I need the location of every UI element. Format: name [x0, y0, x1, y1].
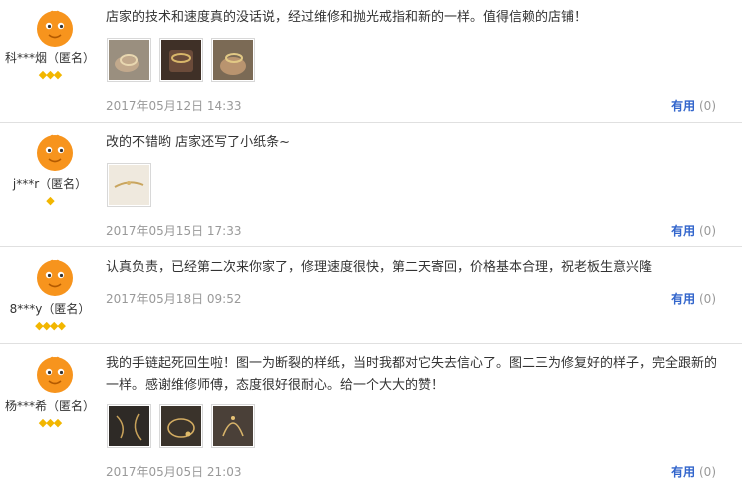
avatar-icon[interactable] — [35, 257, 75, 297]
reviewer-name: 8***y（匿名） — [9, 302, 91, 316]
avatar-icon[interactable] — [35, 8, 75, 48]
reviewer-name: 杨***希（匿名） — [4, 399, 95, 413]
review-photo[interactable] — [211, 404, 255, 448]
review-photo[interactable] — [159, 38, 203, 82]
review-date: 2017年05月18日 09:52 — [106, 292, 242, 306]
helpful-count: (0) — [699, 465, 716, 479]
review-text: 认真负责，已经第二次来你家了，修理速度很快，第二天寄回，价格基本合理，祝老板生意… — [106, 260, 653, 275]
reviewer-level-icon: ◆◆◆ — [38, 68, 62, 81]
review-photo[interactable] — [159, 404, 203, 448]
helpful-button[interactable]: 有用 — [671, 224, 695, 238]
bracelet-photo-icon — [109, 406, 149, 446]
helpful-vote[interactable]: 有用 (0) — [671, 222, 716, 239]
review-photo[interactable] — [107, 163, 151, 207]
helpful-button[interactable]: 有用 — [671, 465, 695, 479]
review-date: 2017年05月05日 21:03 — [106, 465, 242, 479]
review-date: 2017年05月15日 17:33 — [106, 224, 242, 238]
bracelet-photo-icon — [109, 165, 149, 205]
review-text: 我的手链起死回生啦！图一为断裂的样纸，当时我都对它失去信心了。图二三为修复好的样… — [106, 356, 718, 393]
helpful-vote[interactable]: 有用 (0) — [671, 97, 716, 114]
avatar-icon[interactable] — [35, 354, 75, 394]
helpful-count: (0) — [699, 292, 716, 306]
reviewer-level-icon: ◆◆◆◆ — [35, 319, 66, 332]
review-item: j***r（匿名） ◆ 改的不错哟 店家还写了小纸条~ 2017年05月15日 … — [0, 123, 742, 247]
review-photo[interactable] — [107, 38, 151, 82]
review-photos — [107, 404, 263, 448]
reviewer-name: j***r（匿名） — [12, 177, 88, 191]
review-photo[interactable] — [107, 404, 151, 448]
review-item: 科***烟（匿名） ◆◆◆ 店家的技术和速度真的没话说，经过维修和抛光戒指和新的… — [0, 0, 742, 123]
helpful-vote[interactable]: 有用 (0) — [671, 290, 716, 307]
review-text: 改的不错哟 店家还写了小纸条~ — [106, 135, 291, 150]
ring-photo-icon — [213, 40, 253, 80]
reviewer-level-icon: ◆ — [46, 194, 54, 207]
reviewer-name: 科***烟（匿名） — [4, 51, 95, 65]
helpful-count: (0) — [699, 224, 716, 238]
helpful-count: (0) — [699, 99, 716, 113]
reviewer-level-icon: ◆◆◆ — [38, 416, 62, 429]
review-item: 杨***希（匿名） ◆◆◆ 我的手链起死回生啦！图一为断裂的样纸，当时我都对它失… — [0, 344, 742, 490]
review-photo[interactable] — [211, 38, 255, 82]
bracelet-photo-icon — [213, 406, 253, 446]
review-photos — [107, 163, 159, 207]
review-item: 8***y（匿名） ◆◆◆◆ 认真负责，已经第二次来你家了，修理速度很快，第二天… — [0, 247, 742, 344]
ring-photo-icon — [161, 40, 201, 80]
bracelet-photo-icon — [161, 406, 201, 446]
helpful-vote[interactable]: 有用 (0) — [671, 463, 716, 480]
review-date: 2017年05月12日 14:33 — [106, 99, 242, 113]
helpful-button[interactable]: 有用 — [671, 292, 695, 306]
review-photos — [107, 38, 263, 82]
ring-photo-icon — [109, 40, 149, 80]
avatar-icon[interactable] — [35, 132, 75, 172]
review-text: 店家的技术和速度真的没话说，经过维修和抛光戒指和新的一样。值得信赖的店铺！ — [106, 10, 588, 25]
helpful-button[interactable]: 有用 — [671, 99, 695, 113]
